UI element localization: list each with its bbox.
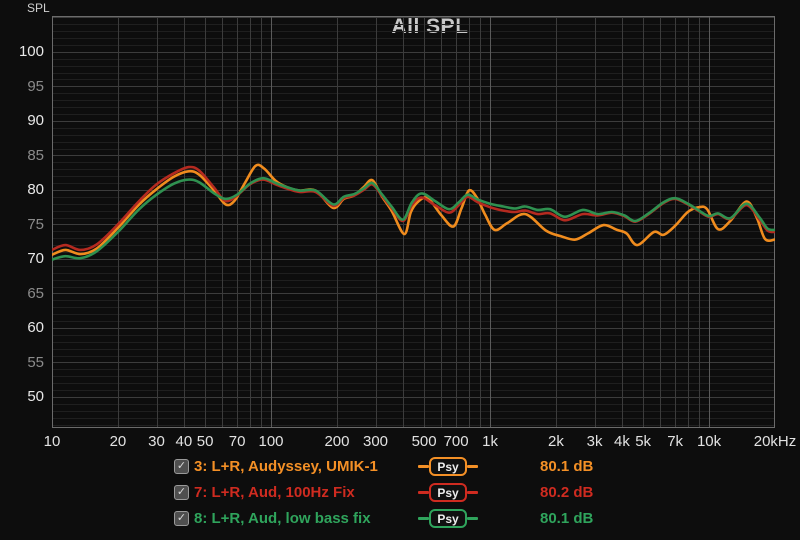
trace-line-right: [467, 491, 478, 494]
measurement-label[interactable]: 7: L+R, Aud, 100Hz Fix: [194, 484, 418, 501]
x-tick-label: 100: [239, 433, 303, 450]
checkmark-icon: ✓: [177, 513, 186, 524]
visibility-checkbox[interactable]: ✓: [174, 485, 189, 500]
psy-smoothing-button[interactable]: Psy: [429, 509, 467, 528]
y-tick-label: 55: [0, 354, 44, 371]
trace-line-left: [418, 517, 429, 520]
psy-smoothing-button[interactable]: Psy: [429, 457, 467, 476]
smoothing-control: Psy: [418, 509, 478, 528]
measurement-label[interactable]: 3: L+R, Audyssey, UMIK-1: [194, 458, 418, 475]
x-tick-label: 10k: [677, 433, 741, 450]
trace-line-right: [467, 517, 478, 520]
smoothing-control: Psy: [418, 457, 478, 476]
x-tick-label: 20kHz: [743, 433, 800, 450]
y-tick-label: 80: [0, 181, 44, 198]
spl-value: 80.2 dB: [540, 484, 620, 501]
y-tick-label: 65: [0, 285, 44, 302]
trace-line-right: [467, 465, 478, 468]
x-tick-label: 1k: [458, 433, 522, 450]
legend-row-100hz-fix: ✓ 7: L+R, Aud, 100Hz Fix Psy 80.2 dB: [174, 483, 620, 502]
legend: ✓ 3: L+R, Audyssey, UMIK-1 Psy 80.1 dB ✓…: [174, 457, 620, 535]
y-tick-label: 75: [0, 216, 44, 233]
x-tick-label: 10: [20, 433, 84, 450]
measurement-label[interactable]: 8: L+R, Aud, low bass fix: [194, 510, 418, 527]
y-tick-label: 85: [0, 147, 44, 164]
trace-line-left: [418, 491, 429, 494]
trace-line-left: [418, 465, 429, 468]
y-tick-label: 90: [0, 112, 44, 129]
checkmark-icon: ✓: [177, 461, 186, 472]
legend-row-audyssey: ✓ 3: L+R, Audyssey, UMIK-1 Psy 80.1 dB: [174, 457, 620, 476]
y-tick-label: 50: [0, 388, 44, 405]
spl-value: 80.1 dB: [540, 510, 620, 527]
visibility-checkbox[interactable]: ✓: [174, 459, 189, 474]
y-tick-label: 95: [0, 78, 44, 95]
checkmark-icon: ✓: [177, 487, 186, 498]
y-tick-label: 70: [0, 250, 44, 267]
trace-0: [52, 165, 775, 255]
visibility-checkbox[interactable]: ✓: [174, 511, 189, 526]
y-tick-label: 100: [0, 43, 44, 60]
legend-row-low-bass-fix: ✓ 8: L+R, Aud, low bass fix Psy 80.1 dB: [174, 509, 620, 528]
smoothing-control: Psy: [418, 483, 478, 502]
y-tick-label: 60: [0, 319, 44, 336]
psy-smoothing-button[interactable]: Psy: [429, 483, 467, 502]
spl-value: 80.1 dB: [540, 458, 620, 475]
spl-graph-window: SPL All SPL 50556065707580859095100 1020…: [0, 0, 800, 540]
